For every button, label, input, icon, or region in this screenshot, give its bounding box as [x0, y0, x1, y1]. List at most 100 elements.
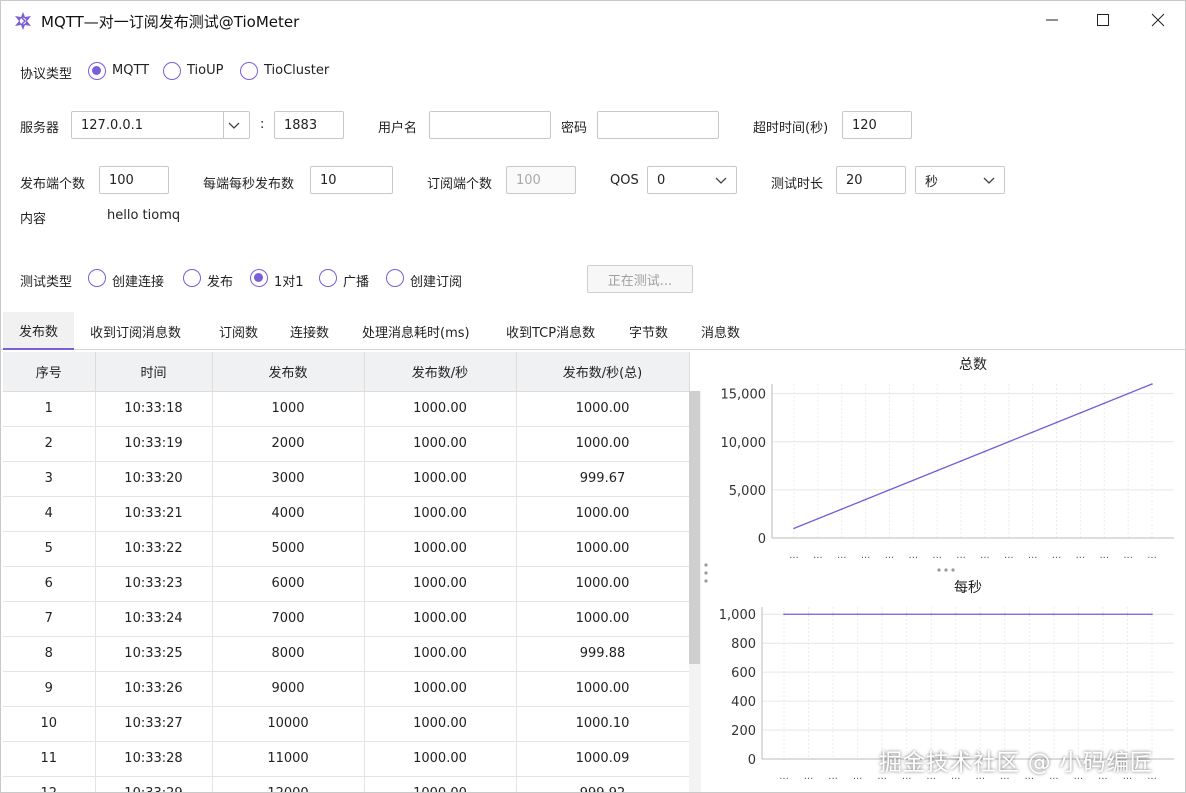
app-logo-icon: [15, 12, 31, 30]
column-header-index[interactable]: 序号: [3, 352, 96, 392]
data-point: [1028, 613, 1031, 616]
publish-rate-input[interactable]: 10: [310, 166, 393, 194]
column-header-publish-per-sec-total[interactable]: 发布数/秒(总): [516, 352, 690, 392]
table-scrollbar-thumb[interactable]: [689, 391, 700, 664]
tab-processing-time[interactable]: 处理消息耗时(ms): [346, 312, 486, 350]
table-row[interactable]: 3 10:33:20 3000 1000.00 999.67: [3, 461, 690, 497]
data-point: [1151, 613, 1153, 616]
table-cell: 999.88: [516, 636, 690, 672]
column-header-publish-per-sec[interactable]: 发布数/秒: [364, 352, 517, 392]
table-cell: 12000: [212, 776, 365, 792]
publisher-count-input[interactable]: 100: [99, 166, 169, 194]
table-row[interactable]: 9 10:33:26 9000 1000.00 1000.00: [3, 671, 690, 707]
protocol-radio-tioup[interactable]: [163, 62, 181, 80]
test-type-radio-broadcast[interactable]: [319, 269, 337, 287]
x-tick-label: ...: [837, 550, 847, 561]
tab-tcp-messages[interactable]: 收到TCP消息数: [490, 312, 611, 350]
data-point: [984, 450, 986, 453]
data-point: [1008, 440, 1010, 443]
duration-input[interactable]: 20: [836, 166, 906, 194]
protocol-radio-mqtt[interactable]: [88, 62, 106, 80]
table-cell: 1000.00: [364, 426, 517, 462]
tab-publish-count[interactable]: 发布数: [3, 312, 75, 350]
close-button[interactable]: [1131, 1, 1185, 39]
table-row[interactable]: 11 10:33:28 11000 1000.00 1000.09: [3, 741, 690, 777]
column-header-time[interactable]: 时间: [95, 352, 213, 392]
table-row[interactable]: 7 10:33:24 7000 1000.00 1000.00: [3, 601, 690, 637]
password-label: 密码: [561, 121, 588, 136]
test-type-radio-one-to-one[interactable]: [250, 269, 268, 287]
table-cell: 11: [3, 741, 96, 777]
testing-button[interactable]: 正在测试...: [587, 265, 693, 293]
test-type-option-subscribe[interactable]: 创建订阅: [410, 271, 462, 290]
duration-label: 测试时长: [771, 177, 824, 192]
content-value[interactable]: hello tiomq: [107, 208, 180, 223]
table-row[interactable]: 2 10:33:19 2000 1000.00 1000.00: [3, 426, 690, 462]
x-tick-label: ...: [804, 771, 814, 782]
maximize-button[interactable]: [1076, 1, 1130, 39]
tab-subscriptions[interactable]: 订阅数: [203, 312, 274, 350]
table-cell: 999.67: [516, 461, 690, 497]
test-type-option-connect[interactable]: 创建连接: [112, 271, 164, 290]
server-host-combo[interactable]: 127.0.0.1: [71, 111, 250, 139]
data-point: [930, 613, 932, 616]
qos-select[interactable]: 0: [647, 166, 737, 194]
table-cell: 5000: [212, 531, 365, 567]
data-point: [960, 460, 962, 462]
table-row[interactable]: 4 10:33:21 4000 1000.00 1000.00: [3, 496, 690, 532]
table-cell: 4000: [212, 496, 365, 532]
test-type-radio-publish[interactable]: [183, 269, 201, 287]
protocol-option-tioup[interactable]: TioUP: [187, 63, 223, 78]
table-cell: 12: [3, 776, 96, 792]
table-cell: 1000.00: [516, 671, 690, 707]
table-row[interactable]: 8 10:33:25 8000 1000.00 999.88: [3, 636, 690, 672]
data-point: [1031, 431, 1034, 433]
results-table: 序号 时间 发布数 发布数/秒 发布数/秒(总) 1 10:33:18 1000 10…: [3, 352, 690, 792]
table-cell: 1000.00: [364, 601, 517, 637]
password-input[interactable]: [597, 111, 719, 139]
test-type-radio-connect[interactable]: [88, 269, 106, 287]
test-type-radio-subscribe[interactable]: [386, 269, 404, 287]
duration-unit-select[interactable]: 秒: [915, 166, 1005, 194]
table-cell: 1000.00: [364, 776, 517, 792]
table-cell: 1000.09: [516, 741, 690, 777]
table-cell: 10:33:22: [95, 531, 213, 567]
data-point: [1053, 613, 1055, 616]
test-type-option-publish[interactable]: 发布: [207, 271, 233, 290]
port-input[interactable]: 1883: [274, 111, 344, 139]
content-label: 内容: [20, 212, 47, 227]
table-row[interactable]: 10 10:33:27 10000 1000.00 1000.10: [3, 706, 690, 742]
results-table-panel: 序号 时间 发布数 发布数/秒 发布数/秒(总) 1 10:33:18 1000 10…: [3, 352, 702, 792]
data-point: [1055, 421, 1058, 424]
table-header-row: 序号 时间 发布数 发布数/秒 发布数/秒(总): [3, 352, 690, 392]
table-row[interactable]: 1 10:33:18 1000 1000.00 1000.00: [3, 391, 690, 427]
column-header-publish-count[interactable]: 发布数: [212, 352, 365, 392]
data-point: [881, 613, 883, 616]
timeout-label: 超时时间(秒): [753, 121, 829, 136]
table-row[interactable]: 6 10:33:23 6000 1000.00 1000.00: [3, 566, 690, 602]
y-tick-label: 0: [758, 532, 766, 547]
chevron-down-icon: [983, 177, 995, 184]
chevron-down-icon: [715, 177, 727, 184]
test-type-label: 测试类型: [20, 275, 73, 290]
timeout-input[interactable]: 120: [842, 111, 912, 139]
protocol-radio-tiocluster[interactable]: [240, 62, 258, 80]
minimize-button[interactable]: [1025, 1, 1079, 39]
protocol-option-tiocluster[interactable]: TioCluster: [264, 63, 329, 78]
protocol-option-mqtt[interactable]: MQTT: [112, 63, 149, 78]
test-type-option-one-to-one[interactable]: 1对1: [274, 271, 304, 290]
x-tick-label: ...: [1004, 550, 1014, 561]
table-row[interactable]: 5 10:33:22 5000 1000.00 1000.00: [3, 531, 690, 567]
data-point: [1151, 383, 1153, 385]
y-tick-label: 600: [731, 666, 756, 681]
table-row[interactable]: 1210:33:29120001000.00999.92: [3, 776, 690, 792]
table-cell: 1000.00: [516, 531, 690, 567]
test-type-option-broadcast[interactable]: 广播: [343, 271, 369, 290]
tab-bytes[interactable]: 字节数: [613, 312, 684, 350]
tab-connections[interactable]: 连接数: [274, 312, 345, 350]
tab-messages[interactable]: 消息数: [685, 312, 756, 350]
data-point: [864, 498, 867, 501]
data-point: [807, 613, 810, 616]
username-input[interactable]: [429, 111, 551, 139]
tab-received-sub-messages[interactable]: 收到订阅消息数: [74, 312, 197, 350]
